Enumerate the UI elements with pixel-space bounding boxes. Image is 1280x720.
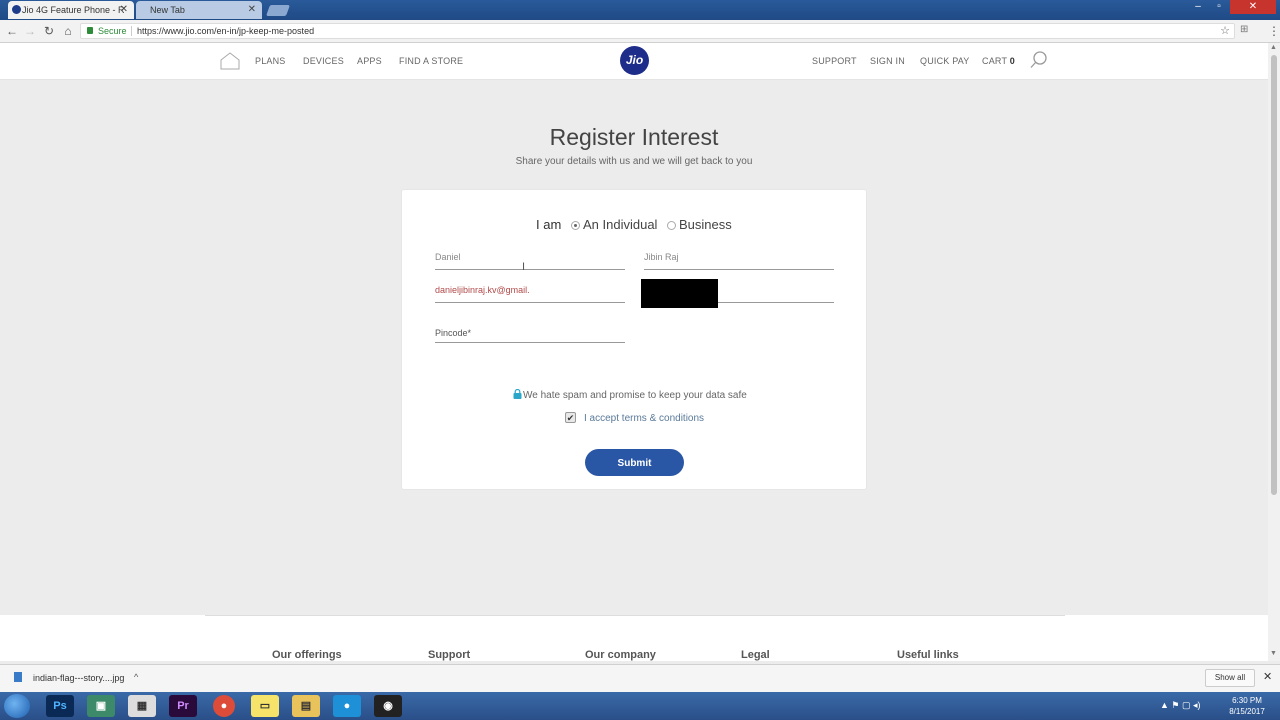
tab-close-icon[interactable]: ✕ xyxy=(248,1,256,19)
footer-divider xyxy=(205,615,1065,616)
clock-date[interactable]: 8/15/2017 xyxy=(1228,707,1266,716)
radio-business[interactable] xyxy=(667,221,676,230)
divider xyxy=(131,26,132,36)
radio-business-label[interactable]: Business xyxy=(679,217,732,232)
submit-button[interactable]: Submit xyxy=(585,449,684,476)
scroll-up-icon[interactable]: ▲ xyxy=(1270,44,1277,51)
photoshop-icon[interactable]: Ps xyxy=(46,695,74,717)
bookmark-star-icon[interactable]: ☆ xyxy=(1220,24,1230,38)
jio-logo[interactable]: Jio xyxy=(620,46,649,75)
back-icon[interactable]: ← xyxy=(4,20,20,42)
nav-apps[interactable]: APPS xyxy=(357,56,382,66)
forward-icon[interactable]: → xyxy=(22,20,38,42)
download-item[interactable]: indian-flag---story....jpg xyxy=(33,673,124,683)
last-name-field[interactable]: Jibin Raj xyxy=(644,252,679,262)
terms-checkbox[interactable]: ✔ xyxy=(565,412,576,423)
radio-individual-label[interactable]: An Individual xyxy=(583,217,657,232)
nav-quick-pay[interactable]: QUICK PAY xyxy=(920,56,969,66)
clock-time[interactable]: 6:30 PM xyxy=(1228,696,1266,705)
chrome-icon[interactable]: ● xyxy=(213,695,235,717)
first-name-field[interactable]: Daniel xyxy=(435,252,461,262)
screen-recorder-icon[interactable]: ◉ xyxy=(374,695,402,717)
premiere-icon[interactable]: Pr xyxy=(169,695,197,717)
email-field[interactable]: danieljibinraj.kv@gmail. xyxy=(435,285,530,295)
tab-title: New Tab xyxy=(150,5,185,15)
photo-viewer-icon[interactable]: ▣ xyxy=(87,695,115,717)
footer-heading-offerings[interactable]: Our offerings xyxy=(272,649,342,661)
footer-heading-support[interactable]: Support xyxy=(428,649,470,661)
browser-menu-icon[interactable]: ⋮ xyxy=(1268,24,1280,38)
image-file-icon xyxy=(14,672,22,682)
field-underline xyxy=(435,342,625,343)
cart-label: CART xyxy=(982,56,1007,66)
field-underline xyxy=(435,302,625,303)
close-icon[interactable]: ✕ xyxy=(1263,670,1272,683)
secure-label: Secure xyxy=(98,26,127,36)
window-maximize-button[interactable]: ▫ xyxy=(1209,0,1229,14)
window-close-button[interactable]: ✕ xyxy=(1230,0,1276,14)
jio-favicon-icon xyxy=(12,5,21,14)
search-icon[interactable] xyxy=(1030,51,1048,69)
site-home-icon[interactable] xyxy=(220,52,240,70)
nav-plans[interactable]: PLANS xyxy=(255,56,286,66)
footer-heading-useful-links[interactable]: Useful links xyxy=(897,649,959,661)
page-title: Register Interest xyxy=(549,124,719,150)
file-explorer-icon[interactable]: ▤ xyxy=(292,695,320,717)
nav-cart[interactable]: CART 0 xyxy=(982,56,1015,66)
scrollbar-thumb[interactable] xyxy=(1271,55,1277,495)
radio-individual[interactable] xyxy=(571,221,580,230)
field-underline xyxy=(644,269,834,270)
map-pin-icon[interactable]: ● xyxy=(333,695,361,717)
text-cursor-icon: I xyxy=(522,261,526,273)
nav-find-a-store[interactable]: FIND A STORE xyxy=(399,56,463,66)
new-tab-button[interactable] xyxy=(265,5,291,16)
chevron-up-icon[interactable]: ^ xyxy=(134,672,138,682)
reload-icon[interactable]: ↻ xyxy=(41,20,57,42)
footer-heading-legal[interactable]: Legal xyxy=(741,649,770,661)
spam-note: We hate spam and promise to keep your da… xyxy=(523,390,747,401)
calculator-icon[interactable]: ▦ xyxy=(128,695,156,717)
browser-tab-active[interactable]: Jio 4G Feature Phone - R ✕ xyxy=(8,1,134,19)
terms-link[interactable]: I accept terms & conditions xyxy=(584,413,704,424)
start-button[interactable] xyxy=(4,694,30,718)
tab-title: Jio 4G Feature Phone - R xyxy=(22,5,125,15)
cart-count: 0 xyxy=(1009,56,1015,66)
show-all-button[interactable]: Show all xyxy=(1205,669,1255,687)
window-minimize-button[interactable]: – xyxy=(1188,0,1208,14)
home-icon[interactable]: ⌂ xyxy=(60,20,76,42)
tab-close-icon[interactable]: ✕ xyxy=(120,1,128,19)
system-tray-icons[interactable]: ▲ ⚑ ▢ ◂) xyxy=(1160,700,1201,711)
nav-support[interactable]: SUPPORT xyxy=(812,56,857,66)
lock-icon xyxy=(87,27,93,34)
download-shelf xyxy=(0,664,1280,693)
footer-heading-company[interactable]: Our company xyxy=(585,649,656,661)
extension-icon[interactable]: ⊞ xyxy=(1240,24,1248,35)
scroll-down-icon[interactable]: ▼ xyxy=(1270,650,1277,657)
mobile-field-redacted[interactable] xyxy=(641,279,718,308)
page-subtitle: Share your details with us and we will g… xyxy=(515,156,753,167)
register-form-card xyxy=(401,189,867,490)
omnibox[interactable]: Secure https://www.jio.com/en-in/jp-keep… xyxy=(80,23,1235,39)
url-text[interactable]: https://www.jio.com/en-in/jp-keep-me-pos… xyxy=(137,24,314,38)
sticky-notes-icon[interactable]: ▭ xyxy=(251,695,279,717)
pincode-field[interactable]: Pincode* xyxy=(435,328,471,338)
padlock-icon xyxy=(513,389,522,399)
nav-devices[interactable]: DEVICES xyxy=(303,56,344,66)
field-underline xyxy=(435,269,625,270)
nav-sign-in[interactable]: SIGN IN xyxy=(870,56,905,66)
i-am-label: I am xyxy=(536,217,562,232)
browser-tab[interactable]: New Tab ✕ xyxy=(136,1,262,19)
